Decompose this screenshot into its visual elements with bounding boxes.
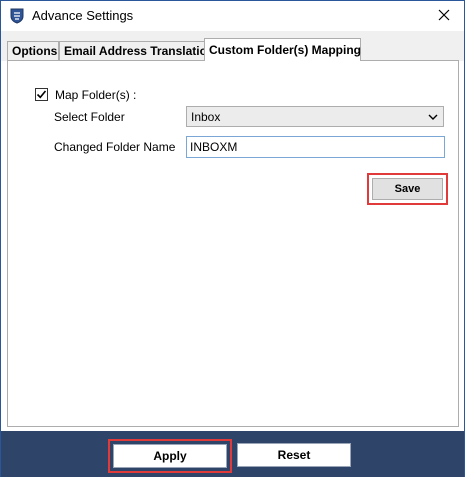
select-folder-label: Select Folder [54, 110, 125, 124]
map-folders-label: Map Folder(s) : [55, 88, 137, 102]
close-icon [438, 9, 450, 24]
window-title: Advance Settings [32, 8, 134, 23]
tab-strip: Options Email Address Translation Custom… [1, 31, 464, 61]
select-folder-value: Inbox [191, 110, 221, 124]
title-bar: Advance Settings [1, 1, 464, 31]
app-shield-icon [10, 8, 24, 24]
tab-options[interactable]: Options [7, 41, 59, 60]
custom-folder-mapping-panel: Map Folder(s) : Select Folder Inbox Chan… [7, 60, 459, 427]
save-button[interactable]: Save [372, 178, 443, 200]
changed-folder-name-input[interactable] [186, 136, 445, 158]
advance-settings-window: Advance Settings Options Email Address T… [0, 0, 465, 477]
close-button[interactable] [424, 1, 464, 31]
footer-bar: Apply Reset [1, 431, 464, 477]
chevron-down-icon [428, 111, 438, 121]
tab-email-address-translation[interactable]: Email Address Translation [59, 41, 214, 60]
select-folder-dropdown[interactable]: Inbox [186, 106, 444, 127]
map-folders-checkbox[interactable] [35, 88, 48, 101]
apply-button[interactable]: Apply [113, 444, 227, 468]
checkmark-icon [36, 90, 47, 99]
save-highlight: Save [367, 173, 448, 205]
apply-highlight: Apply [108, 439, 232, 473]
changed-folder-name-label: Changed Folder Name [54, 140, 176, 154]
tab-custom-folder-mapping[interactable]: Custom Folder(s) Mapping [204, 38, 361, 61]
reset-button[interactable]: Reset [237, 443, 351, 467]
